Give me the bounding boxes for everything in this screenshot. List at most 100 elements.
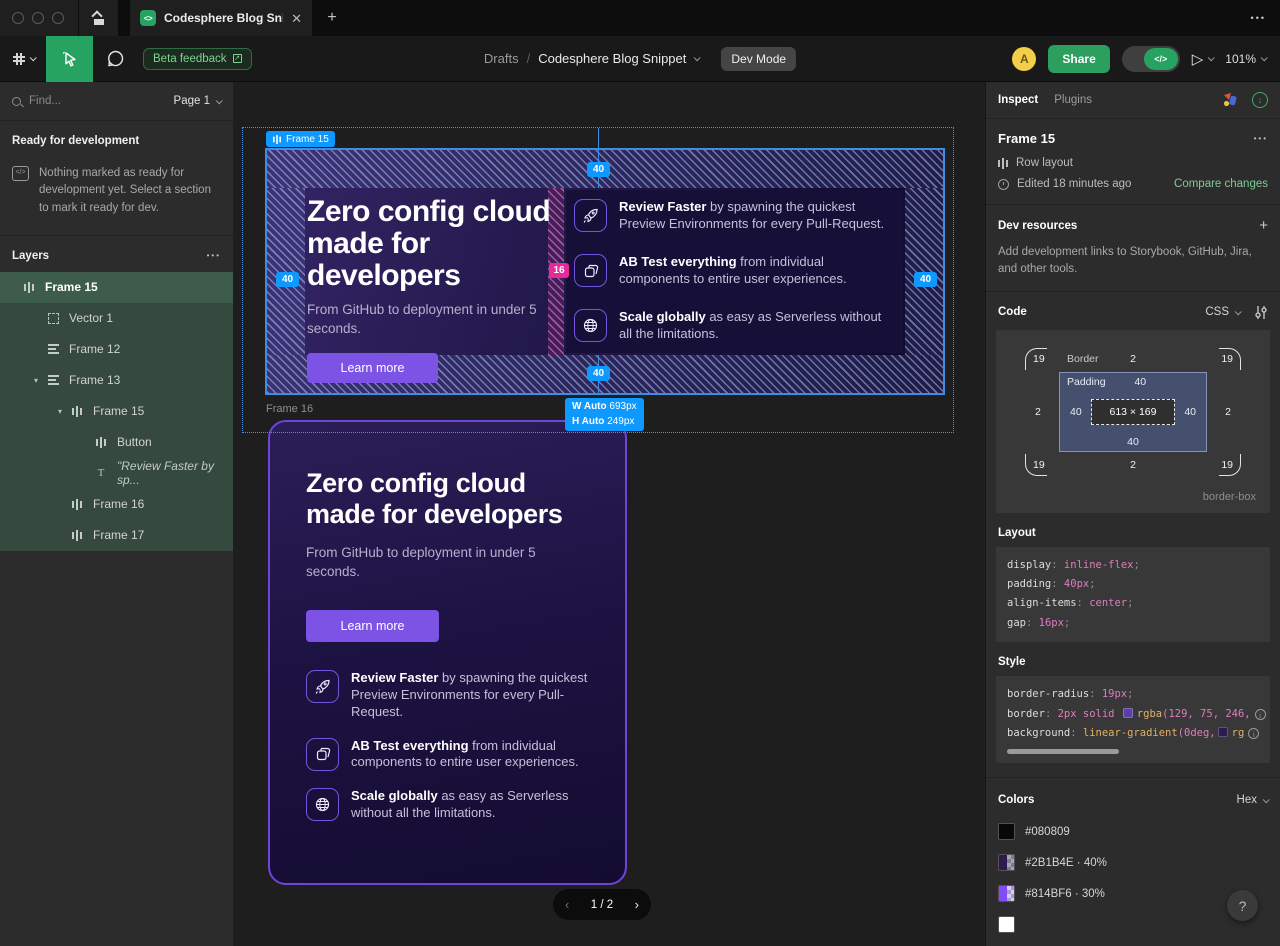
- open-in-editor-icon[interactable]: ↓: [1252, 92, 1268, 108]
- feature-text: Review Faster by spawning the quickest P…: [619, 199, 885, 231]
- layers-list: Frame 15 Vector 1 Frame 12 ▾ Frame 13 ▾ Frame …: [0, 271, 233, 551]
- breadcrumb-filename[interactable]: Codesphere Blog Snippet: [538, 51, 686, 66]
- color-row[interactable]: #080809: [986, 816, 1280, 847]
- layer-item--review-faster-by-sp-[interactable]: T "Review Faster by sp...: [0, 457, 233, 489]
- row-layout-icon: [20, 281, 38, 293]
- code-token: :: [1076, 597, 1090, 610]
- close-tab-icon[interactable]: ✕: [291, 12, 302, 25]
- layer-item-vector-1[interactable]: Vector 1: [0, 302, 233, 334]
- color-row[interactable]: #2B1B4E · 40%: [986, 847, 1280, 878]
- selection-name: Frame 15: [998, 131, 1056, 146]
- code-token: center: [1089, 597, 1128, 610]
- page-selector[interactable]: Page 1: [174, 95, 223, 107]
- home-icon: [90, 9, 106, 25]
- maximize-window-button[interactable]: [52, 12, 64, 24]
- info-icon[interactable]: i: [1254, 708, 1266, 720]
- layer-label: Frame 15: [93, 404, 145, 419]
- tab-plugins[interactable]: Plugins: [1054, 94, 1092, 106]
- zoom-level-value: 101%: [1225, 51, 1256, 66]
- user-avatar[interactable]: A: [1012, 46, 1037, 71]
- size-w-label: W Auto: [572, 401, 607, 412]
- code-line: gap: 16px;: [1007, 614, 1259, 633]
- code-token: 40px: [1063, 577, 1090, 590]
- padding-top: 40: [1134, 375, 1147, 388]
- layer-item-button[interactable]: Button: [0, 426, 233, 458]
- code-title: Code: [998, 306, 1027, 318]
- layer-item-frame-16[interactable]: Frame 16: [0, 488, 233, 520]
- code-line: padding: 40px;: [1007, 575, 1259, 594]
- code-language-value: CSS: [1205, 306, 1229, 318]
- style-code-block[interactable]: border-radius: 19px; border: 2px solid rg…: [996, 676, 1270, 764]
- chevron-down-icon: [29, 54, 37, 62]
- frame-label-badge[interactable]: Frame 15: [266, 131, 335, 147]
- colors-section-header: Colors Hex: [986, 777, 1280, 816]
- window-menu-icon[interactable]: •••: [1251, 0, 1280, 36]
- add-resource-button[interactable]: +: [1259, 217, 1268, 234]
- dev-mode-toggle[interactable]: </>: [1121, 45, 1180, 72]
- color-format-selector[interactable]: Hex: [1237, 794, 1270, 806]
- selection-menu-icon[interactable]: •••: [1254, 134, 1268, 143]
- select-tool-button[interactable]: [46, 35, 93, 82]
- layers-header: Layers •••: [0, 236, 233, 272]
- expand-chevron-icon[interactable]: ▾: [52, 407, 68, 416]
- canvas[interactable]: Frame 15 Zero config cloud made for deve…: [233, 82, 985, 946]
- home-tab-button[interactable]: [78, 0, 118, 36]
- close-window-button[interactable]: [12, 12, 24, 24]
- padding-label: Padding: [1067, 375, 1106, 388]
- info-icon[interactable]: i: [1248, 728, 1260, 740]
- layers-menu-icon[interactable]: •••: [207, 251, 221, 260]
- search-input[interactable]: Find...: [29, 95, 166, 107]
- code-line: border: 2px solid rgba(129, 75, 246, i: [1007, 705, 1266, 724]
- layer-item-frame-13[interactable]: ▾ Frame 13: [0, 364, 233, 396]
- hero-subtext: From GitHub to deployment in under 5 sec…: [307, 302, 537, 336]
- chevron-down-icon[interactable]: [694, 54, 702, 62]
- color-hex-label: #2B1B4E · 40%: [1025, 856, 1107, 869]
- expand-chevron-icon[interactable]: ▾: [28, 376, 44, 385]
- learn-more-button[interactable]: Learn more: [307, 352, 438, 383]
- layer-label: Frame 17: [93, 528, 145, 543]
- frame16-label[interactable]: Frame 16: [266, 403, 313, 415]
- plugin-icon[interactable]: [1222, 92, 1238, 108]
- code-settings-icon[interactable]: [1254, 305, 1268, 320]
- learn-more-button[interactable]: Learn more: [306, 609, 439, 642]
- ready-for-dev-section: Ready for development </> Nothing marked…: [0, 121, 233, 236]
- breadcrumb-folder[interactable]: Drafts: [484, 51, 519, 66]
- layout-code-block[interactable]: display: inline-flex; padding: 40px; align…: [996, 546, 1270, 643]
- main-menu-button[interactable]: [0, 36, 46, 81]
- layer-label: Frame 16: [93, 497, 145, 512]
- compare-changes-link[interactable]: Compare changes: [1174, 178, 1268, 190]
- layer-label: "Review Faster by sp...: [117, 459, 214, 488]
- help-button[interactable]: ?: [1227, 890, 1258, 921]
- layer-label: Frame 12: [69, 342, 121, 357]
- dev-resources-description: Add development links to Storybook, GitH…: [998, 246, 1252, 276]
- pager-next-icon[interactable]: ›: [635, 897, 639, 912]
- code-line: display: inline-flex;: [1007, 556, 1259, 575]
- size-h-value: 249px: [607, 415, 635, 427]
- zoom-level-control[interactable]: 101%: [1225, 51, 1268, 66]
- code-language-selector[interactable]: CSS: [1205, 306, 1242, 318]
- window-controls: [0, 0, 78, 36]
- card-frame[interactable]: Zero config cloud made for developers Fr…: [268, 420, 627, 885]
- toolbar: Beta feedback ↗ Drafts / Codesphere Blog…: [0, 35, 1280, 82]
- ready-for-dev-icon: </>: [12, 166, 29, 181]
- padding-badge-bottom: 40: [587, 366, 610, 381]
- minimize-window-button[interactable]: [32, 12, 44, 24]
- code-token: padding: [1007, 577, 1052, 590]
- comment-tool-button[interactable]: [93, 36, 137, 81]
- tab-inspect[interactable]: Inspect: [998, 94, 1038, 106]
- code-line: background: linear-gradient(0deg, rg i: [1007, 724, 1260, 743]
- beta-feedback-button[interactable]: Beta feedback ↗: [143, 47, 252, 70]
- share-button[interactable]: Share: [1048, 44, 1110, 73]
- layer-item-frame-12[interactable]: Frame 12: [0, 333, 233, 365]
- layer-item-frame-15[interactable]: ▾ Frame 15: [0, 395, 233, 427]
- horizontal-scrollbar[interactable]: [1007, 749, 1119, 755]
- layer-item-frame-17[interactable]: Frame 17: [0, 519, 233, 551]
- hero-text-column: Zero config cloud made for developers Fr…: [307, 190, 551, 383]
- present-button[interactable]: ▷: [1192, 50, 1216, 68]
- pager-prev-icon[interactable]: ‹: [565, 897, 569, 912]
- new-tab-button[interactable]: +: [312, 0, 352, 36]
- window-bar: <> Codesphere Blog Snippet ✕ + •••: [0, 0, 1280, 36]
- layer-item-frame-15[interactable]: Frame 15: [0, 271, 233, 303]
- file-tab[interactable]: <> Codesphere Blog Snippet ✕: [130, 0, 312, 36]
- hero-frame[interactable]: Zero config cloud made for developers Fr…: [265, 148, 945, 395]
